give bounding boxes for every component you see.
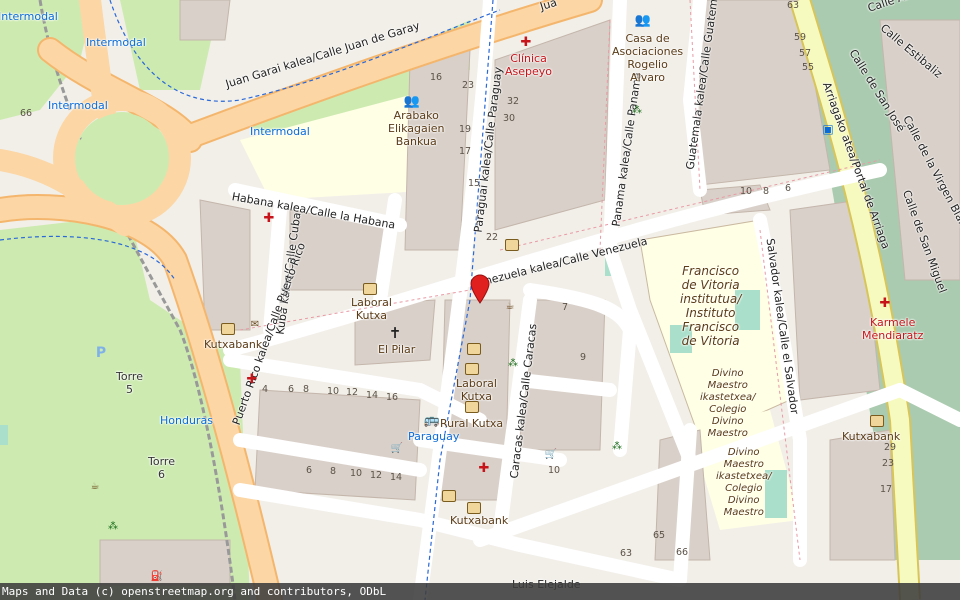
poi-kutxabank-2[interactable]: Kutxabank bbox=[450, 514, 508, 527]
parking-icon: P bbox=[95, 345, 107, 361]
shopping-cart-icon: 🛒 bbox=[390, 443, 404, 454]
bank-icon bbox=[442, 489, 456, 503]
poi-divino-maestro-2[interactable]: Divino Maestro ikastetxea/ Colegio Divin… bbox=[716, 447, 771, 519]
map-canvas[interactable]: Juan Garai kalea/Calle Juan de Garay Jua… bbox=[0, 0, 960, 600]
poi-rural-kutxa[interactable]: Rural Kutxa bbox=[440, 417, 503, 430]
poi-intermodal-1[interactable]: Intermodal bbox=[0, 10, 58, 23]
bank-icon bbox=[465, 400, 479, 414]
poi-kutxabank-1[interactable]: Kutxabank bbox=[204, 338, 262, 351]
church-icon: ✝ bbox=[388, 324, 402, 342]
fast-food-icon: ☕ bbox=[90, 481, 100, 492]
bank-icon bbox=[465, 362, 479, 376]
playground-icon: ⁂ bbox=[508, 358, 518, 369]
community-icon: 👥 bbox=[634, 13, 652, 28]
cafe-icon: ☕ bbox=[505, 301, 515, 312]
poi-laboral-kutxa-1[interactable]: Laboral Kutxa bbox=[351, 296, 392, 322]
bank-icon bbox=[363, 282, 377, 296]
bus-stop-icon: 🚌 bbox=[423, 413, 441, 428]
map-attribution[interactable]: Maps and Data (c) openstreetmap.org and … bbox=[0, 583, 960, 600]
poi-intermodal-2[interactable]: Intermodal bbox=[86, 36, 146, 49]
poi-torre-6[interactable]: Torre 6 bbox=[148, 455, 175, 481]
bank-icon bbox=[467, 501, 481, 515]
playground-icon: ⁂ bbox=[632, 105, 642, 116]
pharmacy-icon: ✚ bbox=[263, 211, 275, 226]
poi-intermodal-4[interactable]: Intermodal bbox=[250, 125, 310, 138]
poi-divino-maestro-1[interactable]: Divino Maestro ikastetxea/ Colegio Divin… bbox=[700, 368, 755, 440]
poi-paraguay-stop[interactable]: Paraguay bbox=[408, 430, 459, 443]
poi-clinica-asepeyo[interactable]: Clínica Asepeyo bbox=[505, 52, 552, 78]
poi-el-pilar[interactable]: El Pilar bbox=[378, 343, 415, 356]
poi-torre-5[interactable]: Torre 5 bbox=[116, 370, 143, 396]
hospital-icon: ✚ bbox=[520, 35, 532, 50]
bank-icon bbox=[221, 322, 235, 336]
poi-honduras-stop[interactable]: Honduras bbox=[160, 414, 213, 427]
playground-icon: ⁂ bbox=[612, 441, 622, 452]
location-marker-icon[interactable] bbox=[469, 274, 491, 304]
bank-icon bbox=[467, 342, 481, 356]
bank-icon bbox=[870, 414, 884, 428]
poi-casa-asociaciones[interactable]: Casa de Asociaciones Rogelio Alvaro bbox=[612, 32, 683, 84]
pharmacy-icon: ✚ bbox=[478, 461, 490, 476]
bank-icon bbox=[505, 238, 519, 252]
poi-francisco-vitoria[interactable]: Francisco de Vitoria institutua/ Institu… bbox=[680, 264, 741, 348]
shopping-cart-icon: 🛒 bbox=[544, 449, 558, 460]
playground-icon: ⁂ bbox=[108, 521, 118, 532]
poi-karmele-mendiaratz[interactable]: Karmele Mendiaratz bbox=[862, 316, 923, 342]
bus-stop-icon: ▣ bbox=[822, 122, 834, 136]
fuel-icon: ⛽ bbox=[150, 571, 164, 582]
poi-arabako-bankua[interactable]: Arabako Elikagaien Bankua bbox=[388, 109, 445, 148]
poi-intermodal-3[interactable]: Intermodal bbox=[48, 99, 108, 112]
pharmacy-icon: ✚ bbox=[246, 372, 258, 387]
community-icon: 👥 bbox=[403, 94, 421, 109]
pharmacy-icon: ✚ bbox=[879, 296, 891, 311]
post-office-icon: ✉ bbox=[250, 319, 260, 330]
